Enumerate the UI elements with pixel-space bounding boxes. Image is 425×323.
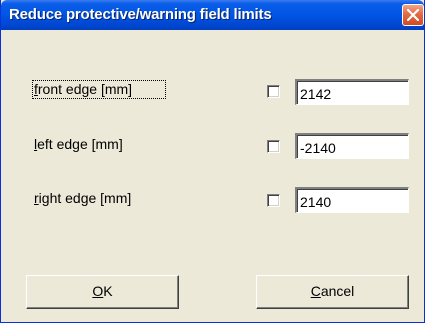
title-bar[interactable]: Reduce protective/warning field limits: [1, 0, 424, 30]
front-edge-input[interactable]: [295, 79, 409, 105]
front-edge-label: front edge [mm]: [34, 81, 133, 97]
left-edge-input[interactable]: [295, 133, 409, 159]
front-edge-checkbox[interactable]: [267, 85, 280, 98]
close-button[interactable]: [402, 4, 424, 26]
ok-button[interactable]: OK: [26, 275, 179, 309]
window-title: Reduce protective/warning field limits: [9, 6, 272, 23]
right-edge-label: right edge [mm]: [34, 190, 132, 206]
left-edge-label: left edge [mm]: [34, 136, 123, 152]
right-edge-input[interactable]: [295, 187, 409, 213]
cancel-button[interactable]: Cancel: [256, 275, 409, 309]
dialog-window: Reduce protective/warning field limits f…: [0, 0, 425, 323]
left-edge-checkbox[interactable]: [267, 140, 280, 153]
right-edge-checkbox[interactable]: [267, 194, 280, 207]
